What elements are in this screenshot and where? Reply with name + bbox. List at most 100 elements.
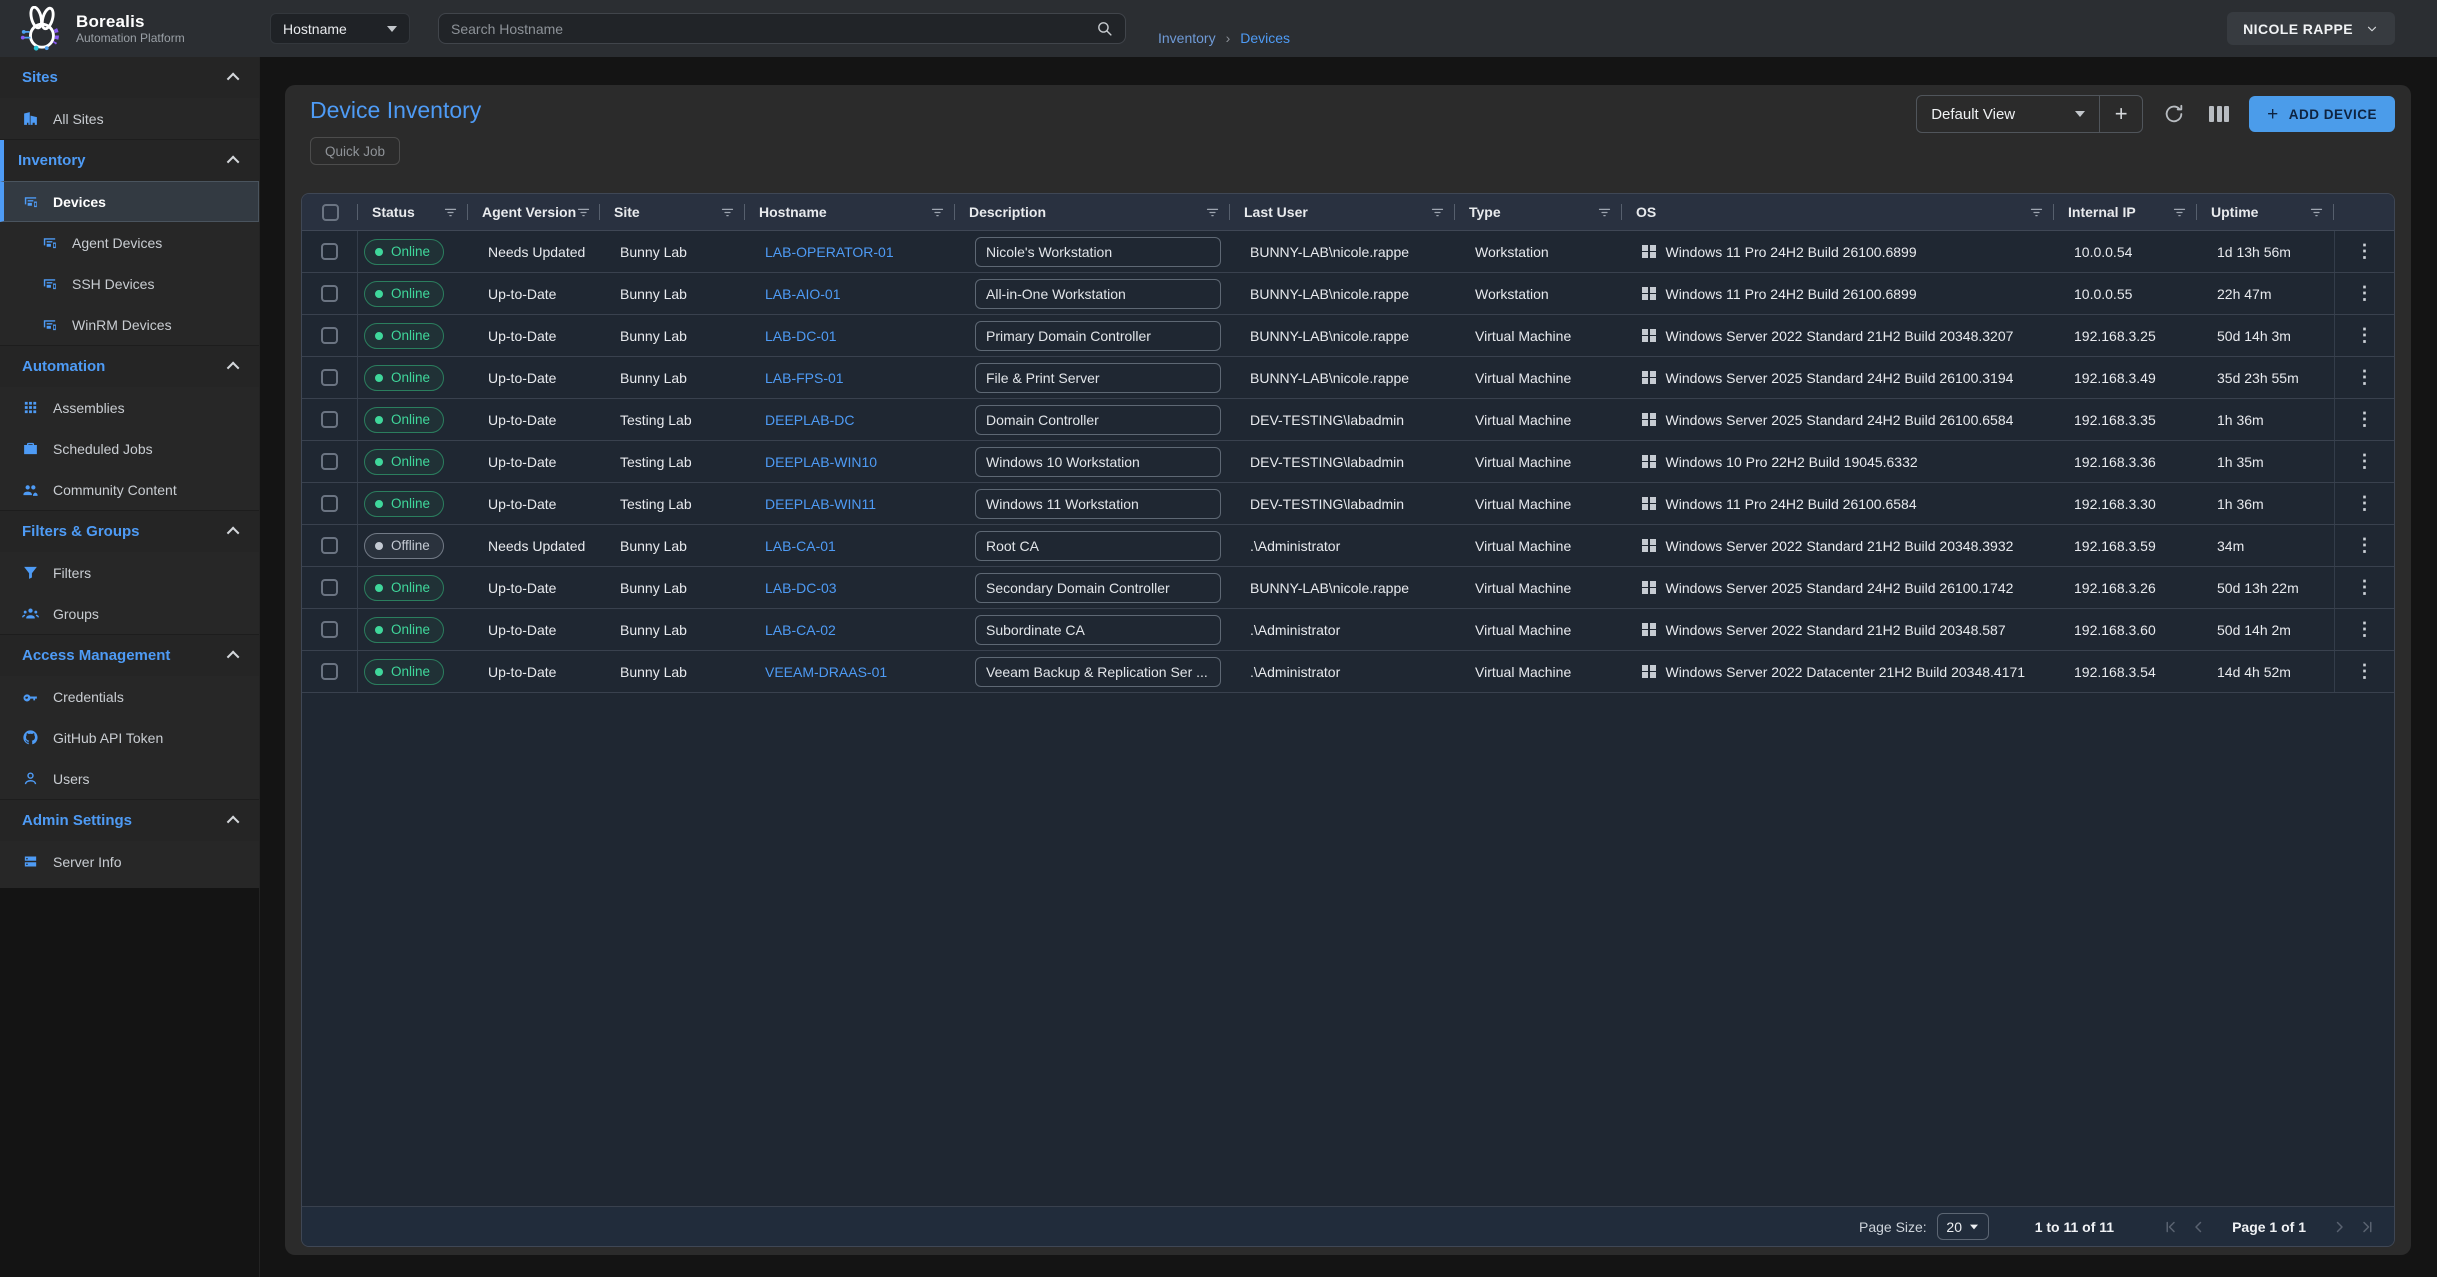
section-header-filters-groups[interactable]: Filters & Groups bbox=[0, 511, 259, 552]
kebab-menu-icon[interactable]: ⋮ bbox=[2348, 493, 2382, 514]
col-label: OS bbox=[1636, 204, 1656, 220]
description-field[interactable]: File & Print Server bbox=[975, 363, 1221, 393]
first-page-button[interactable] bbox=[2162, 1218, 2180, 1236]
description-field[interactable]: Windows 10 Workstation bbox=[975, 447, 1221, 477]
page-size-select[interactable]: 20 bbox=[1937, 1213, 1989, 1240]
previous-page-button[interactable] bbox=[2190, 1218, 2208, 1236]
last-page-button[interactable] bbox=[2358, 1218, 2376, 1236]
filter-icon[interactable] bbox=[576, 205, 591, 220]
row-checkbox[interactable] bbox=[321, 285, 338, 302]
status-dot-icon bbox=[375, 542, 383, 550]
kebab-menu-icon[interactable]: ⋮ bbox=[2348, 367, 2382, 388]
section-header-admin-settings[interactable]: Admin Settings bbox=[0, 800, 259, 841]
hostname-link[interactable]: LAB-OPERATOR-01 bbox=[765, 244, 894, 260]
description-field[interactable]: Primary Domain Controller bbox=[975, 321, 1221, 351]
hostname-link[interactable]: DEEPLAB-WIN11 bbox=[765, 496, 876, 512]
sidebar-item-ssh-devices[interactable]: SSH Devices bbox=[0, 263, 259, 304]
row-checkbox[interactable] bbox=[321, 369, 338, 386]
sidebar-item-winrm-devices[interactable]: WinRM Devices bbox=[0, 304, 259, 345]
add-view-button[interactable]: + bbox=[2100, 96, 2142, 132]
description-field[interactable]: Root CA bbox=[975, 531, 1221, 561]
view-select[interactable]: Default View bbox=[1917, 96, 2099, 132]
filter-icon[interactable] bbox=[1597, 205, 1612, 220]
description-field[interactable]: Subordinate CA bbox=[975, 615, 1221, 645]
search-icon[interactable] bbox=[1096, 20, 1113, 37]
os-label: Windows Server 2022 Standard 21H2 Build … bbox=[1666, 622, 2006, 638]
hostname-link[interactable]: LAB-DC-03 bbox=[765, 580, 837, 596]
kebab-menu-icon[interactable]: ⋮ bbox=[2348, 535, 2382, 556]
kebab-menu-icon[interactable]: ⋮ bbox=[2348, 325, 2382, 346]
filter-icon[interactable] bbox=[2172, 205, 2187, 220]
section-header-inventory[interactable]: Inventory bbox=[0, 140, 259, 181]
sidebar-item-assemblies[interactable]: Assemblies bbox=[0, 387, 259, 428]
sidebar-item-github-api-token[interactable]: GitHub API Token bbox=[0, 717, 259, 758]
add-device-button[interactable]: + ADD DEVICE bbox=[2249, 96, 2395, 132]
columns-button[interactable] bbox=[2205, 102, 2233, 126]
hostname-link[interactable]: LAB-AIO-01 bbox=[765, 286, 840, 302]
sidebar-item-users[interactable]: Users bbox=[0, 758, 259, 799]
filter-icon[interactable] bbox=[443, 205, 458, 220]
hostname-link[interactable]: LAB-CA-01 bbox=[765, 538, 836, 554]
description-field[interactable]: Domain Controller bbox=[975, 405, 1221, 435]
row-checkbox[interactable] bbox=[321, 537, 338, 554]
kebab-menu-icon[interactable]: ⋮ bbox=[2348, 241, 2382, 262]
hostname-link[interactable]: DEEPLAB-DC bbox=[765, 412, 854, 428]
hostname-link[interactable]: DEEPLAB-WIN10 bbox=[765, 454, 877, 470]
kebab-menu-icon[interactable]: ⋮ bbox=[2348, 283, 2382, 304]
sidebar-item-all-sites[interactable]: All Sites bbox=[0, 98, 259, 139]
kebab-menu-icon[interactable]: ⋮ bbox=[2348, 451, 2382, 472]
description-field[interactable]: Nicole's Workstation bbox=[975, 237, 1221, 267]
sidebar: Sites All Sites Inventory bbox=[0, 57, 260, 1277]
description-field[interactable]: Veeam Backup & Replication Ser ... bbox=[975, 657, 1221, 687]
row-select-cell bbox=[302, 273, 358, 314]
status-dot-icon bbox=[375, 248, 383, 256]
sidebar-item-scheduled-jobs[interactable]: Scheduled Jobs bbox=[0, 428, 259, 469]
breadcrumb-inventory[interactable]: Inventory bbox=[1158, 30, 1216, 46]
row-checkbox[interactable] bbox=[321, 243, 338, 260]
row-checkbox[interactable] bbox=[321, 495, 338, 512]
hostname-link[interactable]: VEEAM-DRAAS-01 bbox=[765, 664, 887, 680]
filter-icon[interactable] bbox=[2029, 205, 2044, 220]
kebab-menu-icon[interactable]: ⋮ bbox=[2348, 619, 2382, 640]
hostname-link[interactable]: LAB-FPS-01 bbox=[765, 370, 844, 386]
search-field-select[interactable]: Hostname bbox=[270, 13, 410, 44]
search-box[interactable] bbox=[438, 13, 1126, 44]
description-field[interactable]: Secondary Domain Controller bbox=[975, 573, 1221, 603]
description-field[interactable]: All-in-One Workstation bbox=[975, 279, 1221, 309]
filter-icon[interactable] bbox=[1430, 205, 1445, 220]
section-header-automation[interactable]: Automation bbox=[0, 346, 259, 387]
description-field[interactable]: Windows 11 Workstation bbox=[975, 489, 1221, 519]
filter-icon[interactable] bbox=[2309, 205, 2324, 220]
next-page-button[interactable] bbox=[2330, 1218, 2348, 1236]
hostname-link[interactable]: LAB-CA-02 bbox=[765, 622, 836, 638]
row-checkbox[interactable] bbox=[321, 327, 338, 344]
filter-icon[interactable] bbox=[1205, 205, 1220, 220]
filter-icon[interactable] bbox=[930, 205, 945, 220]
row-checkbox[interactable] bbox=[321, 411, 338, 428]
breadcrumb-devices[interactable]: Devices bbox=[1240, 30, 1290, 46]
sidebar-item-devices[interactable]: Devices bbox=[0, 181, 259, 222]
kebab-menu-icon[interactable]: ⋮ bbox=[2348, 409, 2382, 430]
filter-icon[interactable] bbox=[720, 205, 735, 220]
row-checkbox[interactable] bbox=[321, 621, 338, 638]
row-checkbox[interactable] bbox=[321, 579, 338, 596]
row-checkbox[interactable] bbox=[321, 453, 338, 470]
kebab-menu-icon[interactable]: ⋮ bbox=[2348, 661, 2382, 682]
refresh-button[interactable] bbox=[2159, 99, 2189, 129]
quick-job-button[interactable]: Quick Job bbox=[310, 137, 400, 165]
kebab-menu-icon[interactable]: ⋮ bbox=[2348, 577, 2382, 598]
section-header-access-management[interactable]: Access Management bbox=[0, 635, 259, 676]
sidebar-item-community-content[interactable]: Community Content bbox=[0, 469, 259, 510]
brand-title: Borealis bbox=[76, 12, 185, 32]
section-header-sites[interactable]: Sites bbox=[0, 57, 259, 98]
user-menu-button[interactable]: NICOLE RAPPE bbox=[2227, 12, 2395, 45]
select-all-checkbox[interactable] bbox=[322, 204, 339, 221]
sidebar-item-credentials[interactable]: Credentials bbox=[0, 676, 259, 717]
sidebar-item-agent-devices[interactable]: Agent Devices bbox=[0, 222, 259, 263]
sidebar-item-server-info[interactable]: Server Info bbox=[0, 841, 259, 882]
hostname-link[interactable]: LAB-DC-01 bbox=[765, 328, 837, 344]
sidebar-item-filters[interactable]: Filters bbox=[0, 552, 259, 593]
search-input[interactable] bbox=[451, 21, 1088, 37]
sidebar-item-groups[interactable]: Groups bbox=[0, 593, 259, 634]
row-checkbox[interactable] bbox=[321, 663, 338, 680]
